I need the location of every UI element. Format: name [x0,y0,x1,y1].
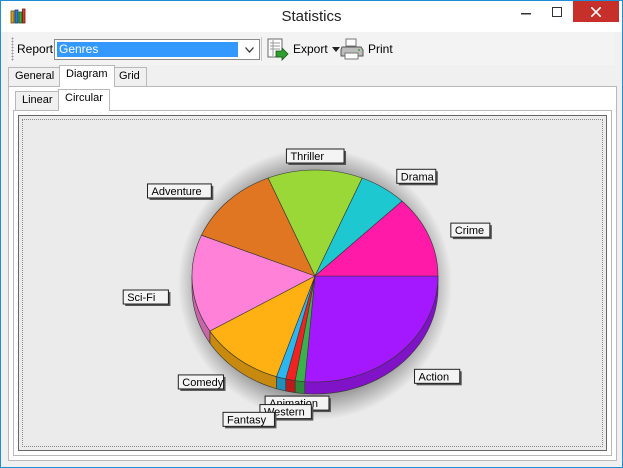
dropdown-arrow-icon [331,46,340,52]
svg-text:Crime: Crime [455,225,484,237]
tab-diagram[interactable]: Diagram [59,65,115,87]
svg-text:Comedy: Comedy [182,377,223,389]
pie-side-western [285,378,296,393]
pie-chart: ActionAnimationWesternFantasyComedySci-F… [122,148,492,429]
chevron-down-icon[interactable] [241,41,257,58]
maximize-icon [552,6,562,17]
minimize-button[interactable] [511,1,541,22]
export-button[interactable]: Export [265,37,340,61]
tab-grid[interactable]: Grid [112,67,147,87]
export-label: Export [293,42,328,56]
pie-label-thriller: Thriller [285,148,347,166]
svg-text:Action: Action [419,371,450,383]
svg-text:Drama: Drama [401,171,435,183]
tab-general[interactable]: General [8,67,62,87]
report-label: Report [17,42,54,56]
svg-text:Sci-Fi: Sci-Fi [127,292,155,304]
close-icon [591,6,601,17]
pie-label-fantasy: Fantasy [222,411,277,429]
close-button[interactable] [573,1,619,22]
diagram-panel: Linear Circular ActionAnimationWesternFa… [8,86,617,461]
minimize-icon [521,12,531,14]
pie-label-sci-fi: Sci-Fi [122,289,171,307]
chart-area: ActionAnimationWesternFantasyComedySci-F… [18,115,607,451]
tab-linear[interactable]: Linear [15,91,60,111]
report-select-value: Genres [57,42,238,57]
pie-side-animation [294,380,306,394]
circular-panel: ActionAnimationWesternFantasyComedySci-F… [13,110,612,456]
export-sheet-icon [267,38,289,61]
svg-text:Fantasy: Fantasy [227,414,267,426]
pie-label-action: Action [414,368,462,386]
statistics-window: Statistics Report Genres Export Print Ge… [0,0,623,468]
title-bar[interactable]: Statistics [1,1,622,32]
maximize-button[interactable] [542,1,572,22]
print-label: Print [368,42,393,56]
pie-label-comedy: Comedy [177,374,226,391]
svg-text:Thriller: Thriller [290,151,324,163]
toolbar-separator [261,37,262,61]
print-button[interactable]: Print [340,37,393,61]
printer-icon [340,38,364,60]
pie-label-adventure: Adventure [147,183,214,200]
pie-label-crime: Crime [450,222,492,240]
report-select[interactable]: Genres [54,39,260,60]
svg-text:Adventure: Adventure [152,186,202,198]
pie-label-drama: Drama [396,168,438,186]
tab-circular[interactable]: Circular [58,89,110,111]
toolbar: Report Genres Export Print [8,32,615,65]
toolbar-grip[interactable] [11,37,14,61]
